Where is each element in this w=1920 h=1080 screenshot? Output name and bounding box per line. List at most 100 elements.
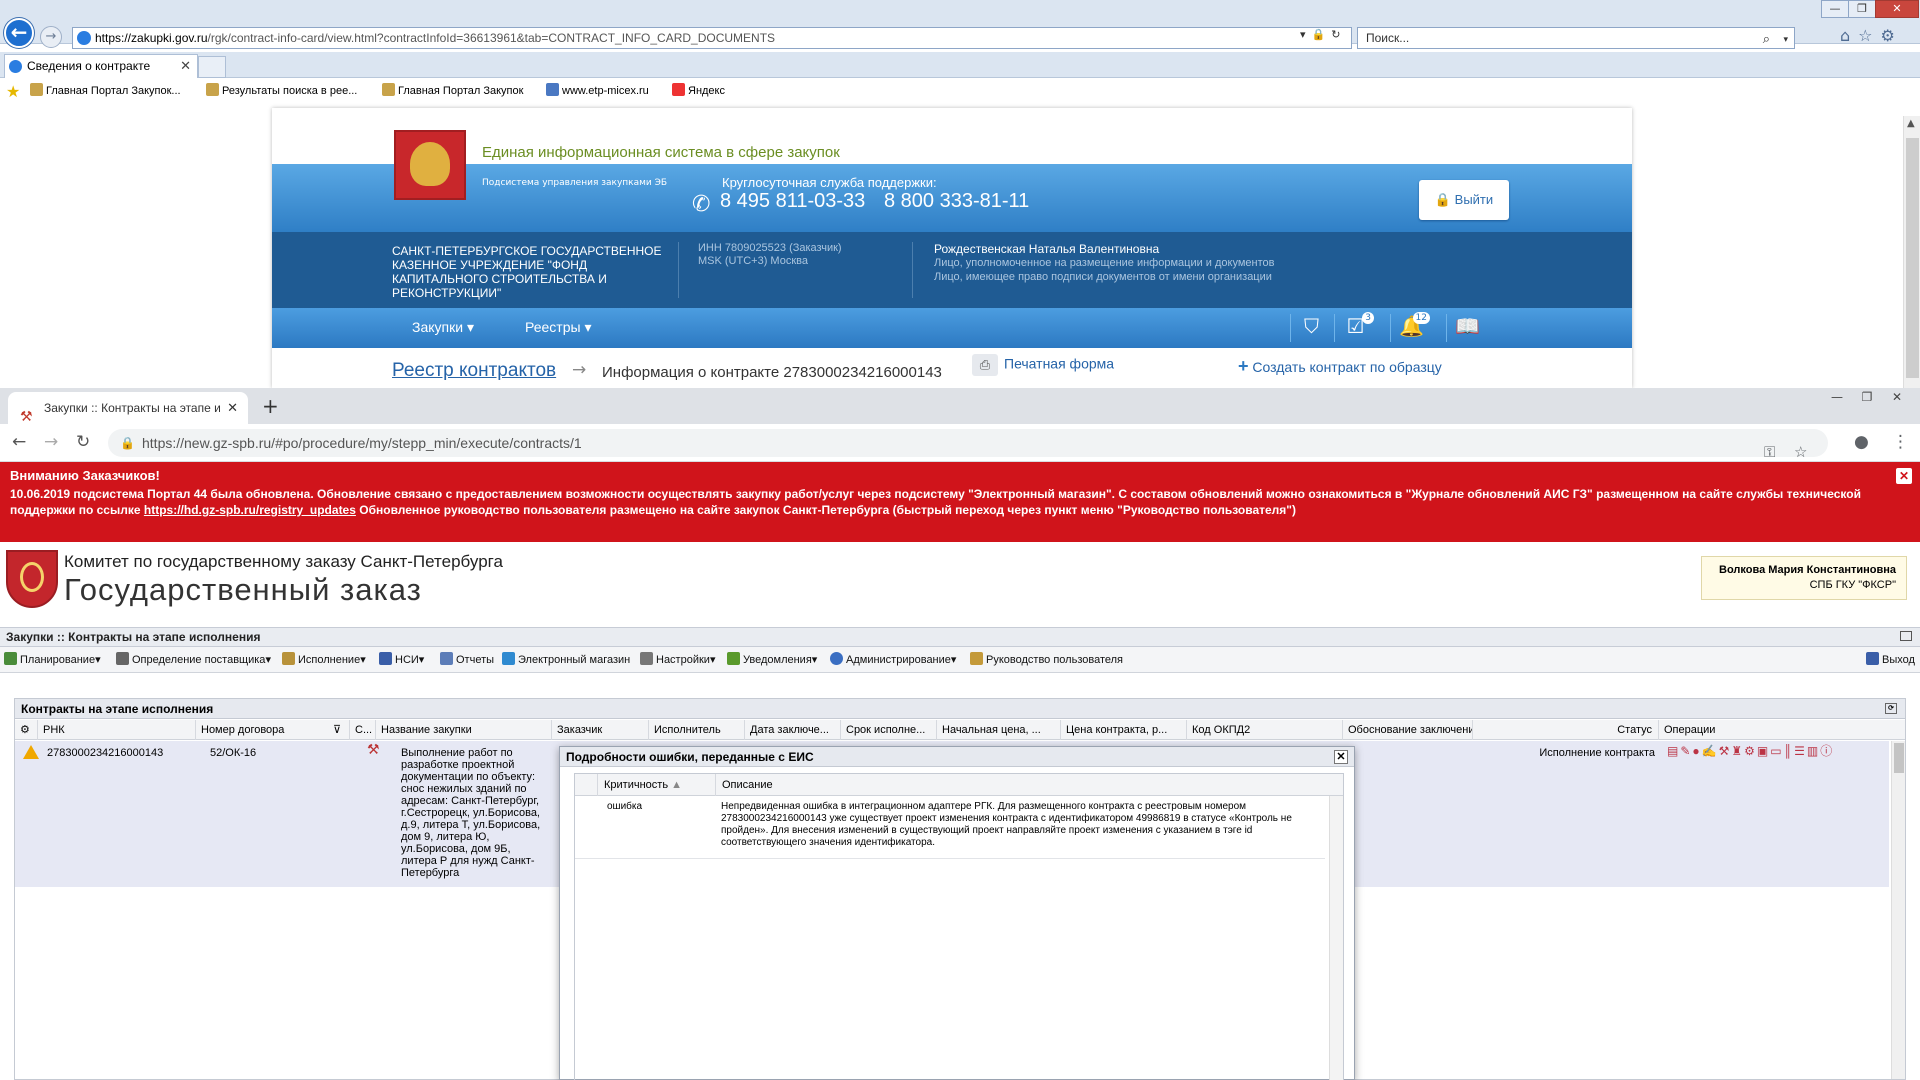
back-arrow-icon[interactable]: ← (12, 432, 26, 452)
restore-icon[interactable]: ❐ (1848, 0, 1876, 18)
grid-settings-icon[interactable]: ⚙ (15, 720, 37, 740)
gear-icon[interactable]: ⚙ (1881, 26, 1903, 45)
ie-url-field[interactable]: https://zakupki.gov.ru/rgk/contract-info… (72, 27, 1352, 49)
ie-tab-active[interactable]: Сведения о контракте ✕ (4, 54, 198, 78)
restore-icon[interactable]: ❐ (1852, 390, 1882, 404)
table-row[interactable]: ошибка Непредвиденная ошибка в интеграци… (575, 797, 1325, 859)
forward-arrow-icon[interactable]: → (40, 26, 62, 48)
refresh-icon[interactable]: ⟳ (1885, 703, 1897, 714)
tools-icon[interactable]: ⚒ (1719, 744, 1732, 758)
list-icon[interactable]: ☰ (1794, 744, 1807, 758)
col-customer[interactable]: Заказчик (551, 720, 648, 740)
star-icon[interactable]: ☆ (1858, 26, 1880, 45)
kebab-menu-icon[interactable]: ⋮ (1892, 432, 1909, 452)
col-s[interactable]: С... (349, 720, 375, 740)
lock-icon[interactable]: 🔒 (1312, 28, 1332, 41)
toolbar-settings[interactable]: Настройки▾ (640, 647, 715, 673)
close-icon[interactable]: ✕ (1882, 390, 1912, 404)
toolbar-planning[interactable]: Планирование▾ (4, 647, 101, 673)
toolbar-eshop[interactable]: Электронный магазин (502, 647, 630, 673)
close-icon[interactable]: ✕ (227, 392, 238, 424)
close-icon[interactable]: ✕ (1334, 750, 1348, 764)
tasks-icon[interactable]: ☑ 3 (1334, 312, 1376, 342)
col-initial-price[interactable]: Начальная цена, ... (936, 720, 1060, 740)
create-contract-link[interactable]: + Создать контракт по образцу (1238, 356, 1442, 377)
ie-scrollbar[interactable]: ▲ (1903, 116, 1920, 388)
sign-icon[interactable]: ✍ (1702, 744, 1719, 758)
logout-button[interactable]: 🔒 Выйти (1419, 180, 1509, 220)
col-contract-price[interactable]: Цена контракта, р... (1060, 720, 1186, 740)
close-icon[interactable]: ✕ (180, 55, 191, 77)
home-icon[interactable]: ⌂ (1840, 26, 1858, 45)
barcode-icon[interactable]: ║ (1784, 744, 1795, 758)
col-operations[interactable]: Операции (1658, 720, 1892, 740)
bell-icon[interactable]: 🔔 12 (1390, 312, 1432, 342)
toolbar-manual[interactable]: Руководство пользователя (970, 647, 1123, 673)
dropdown-icon[interactable]: ▾ (1300, 28, 1312, 41)
favorite-item[interactable]: Главная Портал Закупок (382, 79, 523, 103)
col-criticality[interactable]: Критичность ▲ (597, 774, 715, 796)
stamp-icon[interactable]: ▣ (1757, 744, 1770, 758)
favorites-star-icon[interactable]: ★ (6, 81, 20, 105)
book-search-icon[interactable]: 📖 (1446, 314, 1488, 342)
page-icon[interactable]: ▭ (1770, 744, 1783, 758)
emblem-icon[interactable]: ♜ (1731, 744, 1744, 758)
toolbar-execution[interactable]: Исполнение▾ (282, 647, 366, 673)
ie-search-field[interactable]: Поиск... ⌕ ▾ (1357, 27, 1795, 49)
operations-icons[interactable]: ▤✎●✍⚒♜⚙▣▭║☰▥ⓘ (1667, 745, 1834, 757)
toolbar-admin[interactable]: Администрирование▾ (830, 647, 956, 673)
grid-scrollbar[interactable] (1891, 741, 1905, 1079)
info-icon[interactable]: ⓘ (1820, 744, 1834, 758)
forward-arrow-icon[interactable]: → (44, 432, 58, 452)
gz-user-card[interactable]: Волкова Мария Константиновна СПБ ГКУ "ФК… (1701, 556, 1907, 600)
russia-emblem-icon[interactable] (394, 130, 466, 200)
reload-icon[interactable]: ↻ (76, 432, 90, 452)
gear-icon[interactable]: ⚙ (1744, 744, 1757, 758)
close-icon[interactable]: ✕ (1875, 0, 1919, 18)
col-term[interactable]: Срок исполне... (840, 720, 936, 740)
print-form-link[interactable]: ⎙ Печатная форма (972, 354, 1114, 376)
favorite-item[interactable]: www.etp-micex.ru (546, 79, 649, 103)
url-tools[interactable]: ▾🔒↻ (1300, 28, 1346, 41)
col-basis[interactable]: Обоснование заключения (1342, 720, 1472, 740)
scroll-thumb[interactable] (1906, 138, 1919, 378)
toolbar-supplier[interactable]: Определение поставщика▾ (116, 647, 271, 673)
minimize-icon[interactable]: — (1821, 0, 1849, 18)
back-arrow-icon[interactable]: ← (4, 18, 34, 48)
col-okpd2[interactable]: Код ОКПД2 (1186, 720, 1342, 740)
toolbar-nsi[interactable]: НСИ▾ (379, 647, 424, 673)
search-icon[interactable]: ⌕ (1763, 29, 1770, 49)
ie-new-tab-button[interactable] (198, 56, 226, 78)
col-date[interactable]: Дата заключе... (744, 720, 840, 740)
toolbar-notifications[interactable]: Уведомления▾ (727, 647, 817, 673)
edit-icon[interactable]: ✎ (1680, 744, 1692, 758)
error-grid-scrollbar[interactable] (1329, 796, 1343, 1080)
refresh-icon[interactable]: ↻ (1331, 28, 1346, 41)
filter-icon[interactable]: ⊽ (328, 720, 341, 740)
chrome-url-field[interactable]: 🔒 https://new.gz-spb.ru/#po/procedure/my… (108, 429, 1828, 461)
hammer-icon[interactable]: ⚒ (367, 742, 380, 756)
menu-item-reestry[interactable]: Реестры ▾ (525, 319, 591, 336)
minimize-icon[interactable]: — (1822, 390, 1852, 404)
warning-icon[interactable] (23, 745, 39, 759)
banner-link[interactable]: https://hd.gz-spb.ru/registry_updates (144, 503, 356, 517)
record-icon[interactable]: ● (1692, 744, 1701, 758)
monitor-icon[interactable]: ▥ (1807, 744, 1820, 758)
scroll-up-icon[interactable]: ▲ (1907, 118, 1915, 129)
breadcrumb-link[interactable]: Реестр контрактов (392, 360, 556, 382)
col-description[interactable]: Описание (715, 774, 1331, 796)
chrome-tab-active[interactable]: ⚒ Закупки :: Контракты на этапе и ✕ (8, 392, 248, 424)
favorite-item[interactable]: Яндекс (672, 79, 725, 103)
favorite-item[interactable]: Главная Портал Закупок... (30, 79, 181, 103)
menu-item-zakupki[interactable]: Закупки ▾ (412, 319, 474, 336)
toolbar-reports[interactable]: Отчеты (440, 647, 494, 673)
scroll-thumb[interactable] (1894, 743, 1904, 773)
col-rnk[interactable]: РНК (37, 720, 195, 740)
col-executor[interactable]: Исполнитель (648, 720, 744, 740)
maximize-icon[interactable] (1900, 631, 1912, 641)
exit-button[interactable]: Выход (1866, 647, 1915, 673)
grid-settings-icon[interactable] (575, 774, 597, 796)
col-number[interactable]: Номер договора ⊽ (195, 720, 349, 740)
favorite-item[interactable]: Результаты поиска в рее... (206, 79, 357, 103)
profile-icon[interactable]: ● (1854, 432, 1869, 452)
